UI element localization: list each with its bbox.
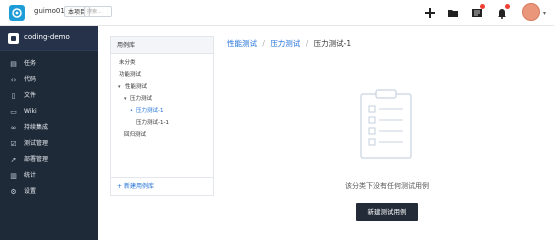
tree-item-label: 性能测试 xyxy=(125,84,148,90)
tree-item-label: 功能测试 xyxy=(119,72,142,78)
sidebar-item-label: 代码 xyxy=(24,76,37,83)
project-icon xyxy=(8,33,19,44)
plus-icon: + xyxy=(117,183,124,190)
project-name: coding-demo xyxy=(24,33,70,41)
top-bar: guimo01 本项目 搜索... ▾ xyxy=(0,0,554,26)
deploy-icon: ➚ xyxy=(10,156,17,164)
user-name[interactable]: guimo01 xyxy=(34,7,65,15)
sidebar-item-stats[interactable]: ▥ 统计 xyxy=(0,168,98,184)
sidebar-item-test-management[interactable]: ☑ 测试管理 xyxy=(0,136,98,152)
tree-item-regression-test[interactable]: 回归测试 xyxy=(111,129,213,141)
sidebar-item-label: 设置 xyxy=(24,188,37,195)
panel-header: 用例库 xyxy=(111,37,213,54)
case-library-panel: 用例库 未分类 功能测试 ▾ 性能测试 ▾ 压力测试 • 压力测试-1 压力测试… xyxy=(110,36,214,196)
notification-badge xyxy=(480,4,485,9)
breadcrumb-separator: / xyxy=(262,39,265,48)
breadcrumb: 性能测试 / 压力测试 / 压力测试-1 xyxy=(227,38,351,49)
user-avatar[interactable] xyxy=(522,3,540,21)
tree-item-uncategorized[interactable]: 未分类 xyxy=(111,57,213,69)
sidebar-item-label: 文件 xyxy=(24,92,37,99)
clipboard-icon xyxy=(357,88,415,160)
settings-icon: ⚙ xyxy=(10,188,17,196)
new-library-label: 新建用例库 xyxy=(123,183,154,190)
sidebar-item-label: 统计 xyxy=(24,172,37,179)
sidebar-item-label: 持续集成 xyxy=(24,124,49,131)
folder-icon[interactable] xyxy=(446,5,460,19)
sidebar-item-tasks[interactable]: ▤ 任务 xyxy=(0,56,98,72)
sidebar-item-deploy[interactable]: ➚ 部署管理 xyxy=(0,152,98,168)
sidebar-item-label: 测试管理 xyxy=(24,140,49,147)
sidebar-item-label: Wiki xyxy=(24,108,37,115)
chevron-down-icon[interactable]: ▾ xyxy=(543,10,546,17)
sidebar-item-code[interactable]: ‹› 代码 xyxy=(0,72,98,88)
sidebar-item-wiki[interactable]: ▭ Wiki xyxy=(0,104,98,120)
bullet-icon: • xyxy=(130,108,133,114)
chevron-down-icon[interactable]: ▾ xyxy=(124,93,127,105)
logo-icon[interactable] xyxy=(9,5,25,21)
chevron-down-icon[interactable]: ▾ xyxy=(118,81,121,93)
sidebar-item-ci[interactable]: ∞ 持续集成 xyxy=(0,120,98,136)
tree-item-label: 未分类 xyxy=(119,60,136,66)
test-icon: ☑ xyxy=(10,140,17,148)
task-icon: ▤ xyxy=(10,60,17,68)
tree-item-stress-test-1[interactable]: • 压力测试-1 xyxy=(111,105,213,117)
tree-item-label: 压力测试-1 xyxy=(136,108,164,114)
new-library-button[interactable]: + 新建用例库 xyxy=(111,177,213,195)
sidebar-item-files[interactable]: ▯ 文件 xyxy=(0,88,98,104)
sidebar: coding-demo ▤ 任务 ‹› 代码 ▯ 文件 ▭ Wiki ∞ 持续集… xyxy=(0,26,98,240)
project-header[interactable]: coding-demo xyxy=(0,26,98,51)
tree-item-stress-test-1-1[interactable]: 压力测试-1-1 xyxy=(111,117,213,129)
tree-item-label: 回归测试 xyxy=(124,132,147,138)
tree-item-stress-test[interactable]: ▾ 压力测试 xyxy=(111,93,213,105)
breadcrumb-item-performance-test[interactable]: 性能测试 xyxy=(227,39,257,48)
new-test-case-button[interactable]: 新建测试用例 xyxy=(356,203,418,221)
wiki-icon: ▭ xyxy=(10,108,17,116)
sidebar-menu: ▤ 任务 ‹› 代码 ▯ 文件 ▭ Wiki ∞ 持续集成 ☑ 测试管理 ➚ 部… xyxy=(0,56,98,200)
breadcrumb-current: 压力测试-1 xyxy=(313,39,352,48)
sidebar-item-label: 任务 xyxy=(24,60,37,67)
tree-item-functional-test[interactable]: 功能测试 xyxy=(111,69,213,81)
sidebar-item-settings[interactable]: ⚙ 设置 xyxy=(0,184,98,200)
ci-icon: ∞ xyxy=(10,124,17,132)
stats-icon: ▥ xyxy=(10,172,17,180)
search-input[interactable]: 搜索... xyxy=(84,6,112,17)
tree-item-label: 压力测试-1-1 xyxy=(136,120,169,126)
breadcrumb-item-stress-test[interactable]: 压力测试 xyxy=(270,39,300,48)
sidebar-item-label: 部署管理 xyxy=(24,156,49,163)
tree-item-label: 压力测试 xyxy=(130,96,153,102)
tree-item-performance-test[interactable]: ▾ 性能测试 xyxy=(111,81,213,93)
case-library-tree: 未分类 功能测试 ▾ 性能测试 ▾ 压力测试 • 压力测试-1 压力测试-1-1… xyxy=(111,57,213,141)
file-icon: ▯ xyxy=(11,92,16,100)
plus-icon[interactable] xyxy=(423,5,437,19)
breadcrumb-separator: / xyxy=(305,39,309,48)
bell-badge xyxy=(505,4,510,9)
code-icon: ‹› xyxy=(10,76,17,84)
empty-state-message: 该分类下没有任何测试用例 xyxy=(345,182,429,190)
